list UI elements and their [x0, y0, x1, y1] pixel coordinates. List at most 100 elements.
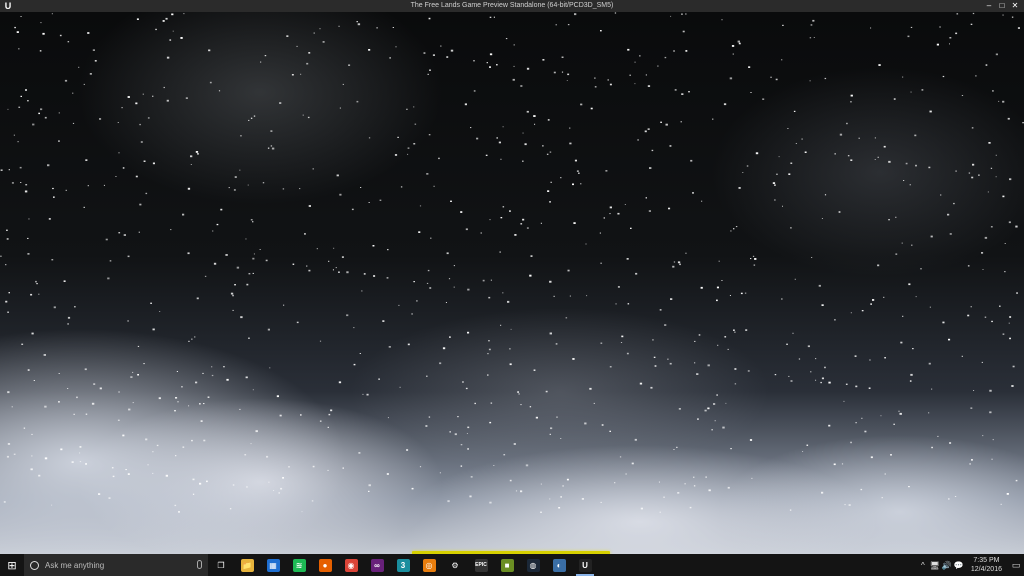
snowflake [250, 219, 253, 221]
snowflake [990, 167, 993, 169]
spotify-taskbar-button[interactable]: ≋ [286, 554, 312, 576]
clock-date: 12/4/2016 [970, 566, 1002, 573]
snowflake [684, 483, 686, 485]
snowflake [319, 340, 322, 342]
snowflake [132, 402, 134, 404]
microphone-icon[interactable] [197, 560, 202, 569]
minimize-button[interactable]: – [984, 1, 994, 11]
search-box[interactable]: Ask me anything [24, 554, 208, 576]
store-taskbar-button[interactable]: ▦ [260, 554, 286, 576]
snowflake [955, 32, 958, 35]
tray-overflow-chevron-icon[interactable]: ^ [917, 554, 929, 576]
snowflake [136, 18, 139, 20]
snowflake [742, 172, 744, 173]
snowflake [850, 101, 852, 103]
snowflake [717, 344, 719, 346]
snowflake [0, 169, 3, 171]
snowflake [228, 187, 230, 189]
start-button[interactable]: ⊞ [0, 554, 24, 576]
snowflake [1016, 292, 1018, 294]
snowflake [460, 465, 463, 467]
snowflake [276, 395, 279, 398]
snowflake [132, 371, 134, 373]
network-icon[interactable]: 🖥 [929, 554, 941, 576]
minecraft-taskbar-button[interactable]: ■ [494, 554, 520, 576]
snowflake [72, 92, 74, 94]
snowflake [346, 314, 349, 317]
snowflake [25, 184, 28, 186]
visual-studio-taskbar-button[interactable]: ∞ [364, 554, 390, 576]
snowflake [239, 169, 241, 171]
snowflake [515, 490, 518, 492]
snowflake [593, 402, 595, 404]
snowflake [931, 446, 933, 449]
snowflake [165, 474, 168, 477]
file-explorer-taskbar-button[interactable]: 📁 [234, 554, 260, 576]
settings-taskbar-button[interactable]: ⚙ [442, 554, 468, 576]
snowflake [884, 357, 886, 359]
snowflake [789, 509, 792, 511]
snowflake [1002, 195, 1005, 198]
snowflake [659, 511, 661, 513]
snowflake [502, 206, 505, 208]
snowflake [446, 56, 449, 58]
snowflake [351, 208, 354, 211]
snowflake [630, 227, 632, 229]
snowflake [968, 172, 971, 174]
snowflake [631, 462, 634, 465]
clock[interactable]: 7:35 PM 12/4/2016 [971, 556, 1002, 574]
snowflake [28, 218, 30, 220]
snowflake [937, 435, 939, 437]
blender-taskbar-button[interactable]: ◎ [416, 554, 442, 576]
snowflake [910, 373, 913, 376]
game-viewport[interactable] [0, 12, 1024, 554]
unreal-engine-taskbar-button[interactable]: U [572, 554, 598, 576]
snowflake [500, 158, 502, 160]
snowflake [540, 483, 542, 485]
maximize-button[interactable]: □ [997, 1, 1007, 11]
snowflake [670, 298, 673, 300]
3ds-max-taskbar-button[interactable]: 3 [390, 554, 416, 576]
snowflake [223, 366, 225, 368]
snowflake [128, 408, 131, 411]
epic-games-taskbar-button[interactable]: EPIC [468, 554, 494, 576]
snowflake [117, 419, 120, 421]
window-titlebar[interactable]: U The Free Lands Game Preview Standalone… [0, 0, 1024, 12]
snowflake [92, 49, 95, 51]
snowflake [464, 103, 467, 106]
snowflake [291, 74, 294, 76]
snowflake [850, 159, 853, 161]
paint-net-taskbar-button[interactable]: ◐ [546, 554, 572, 576]
snowflake [778, 156, 780, 158]
snowflake [802, 451, 804, 452]
snowflake [269, 367, 271, 369]
snowflake [1015, 479, 1018, 482]
snowflake [378, 378, 380, 380]
snowflake [368, 49, 371, 51]
snowflake [605, 170, 608, 172]
volume-icon[interactable]: 🔊 [941, 554, 953, 576]
chrome-taskbar-button[interactable]: ◉ [338, 554, 364, 576]
snowflake [614, 12, 617, 14]
snowflake [737, 40, 740, 43]
close-button[interactable]: ✕ [1010, 1, 1020, 11]
snowflake [460, 444, 463, 446]
snowflake [450, 200, 452, 202]
snowflake [562, 485, 564, 487]
snowflake [13, 134, 15, 136]
snowflake [581, 498, 584, 500]
task-view-taskbar-button[interactable]: ❐ [208, 554, 234, 576]
action-center-icon[interactable]: ▭ [1008, 554, 1024, 576]
snowflake [457, 416, 459, 418]
snowflake [883, 145, 886, 148]
input-method-icon[interactable]: 💬 [953, 554, 965, 576]
steam-taskbar-button[interactable]: ◍ [520, 554, 546, 576]
snowflake [211, 374, 214, 377]
snowflake [600, 342, 603, 344]
snowflake [117, 122, 119, 123]
snowflake [721, 19, 723, 21]
snowflake [487, 374, 489, 376]
snowflake [804, 151, 807, 153]
snowflake [83, 206, 85, 208]
firefox-taskbar-button[interactable]: ● [312, 554, 338, 576]
